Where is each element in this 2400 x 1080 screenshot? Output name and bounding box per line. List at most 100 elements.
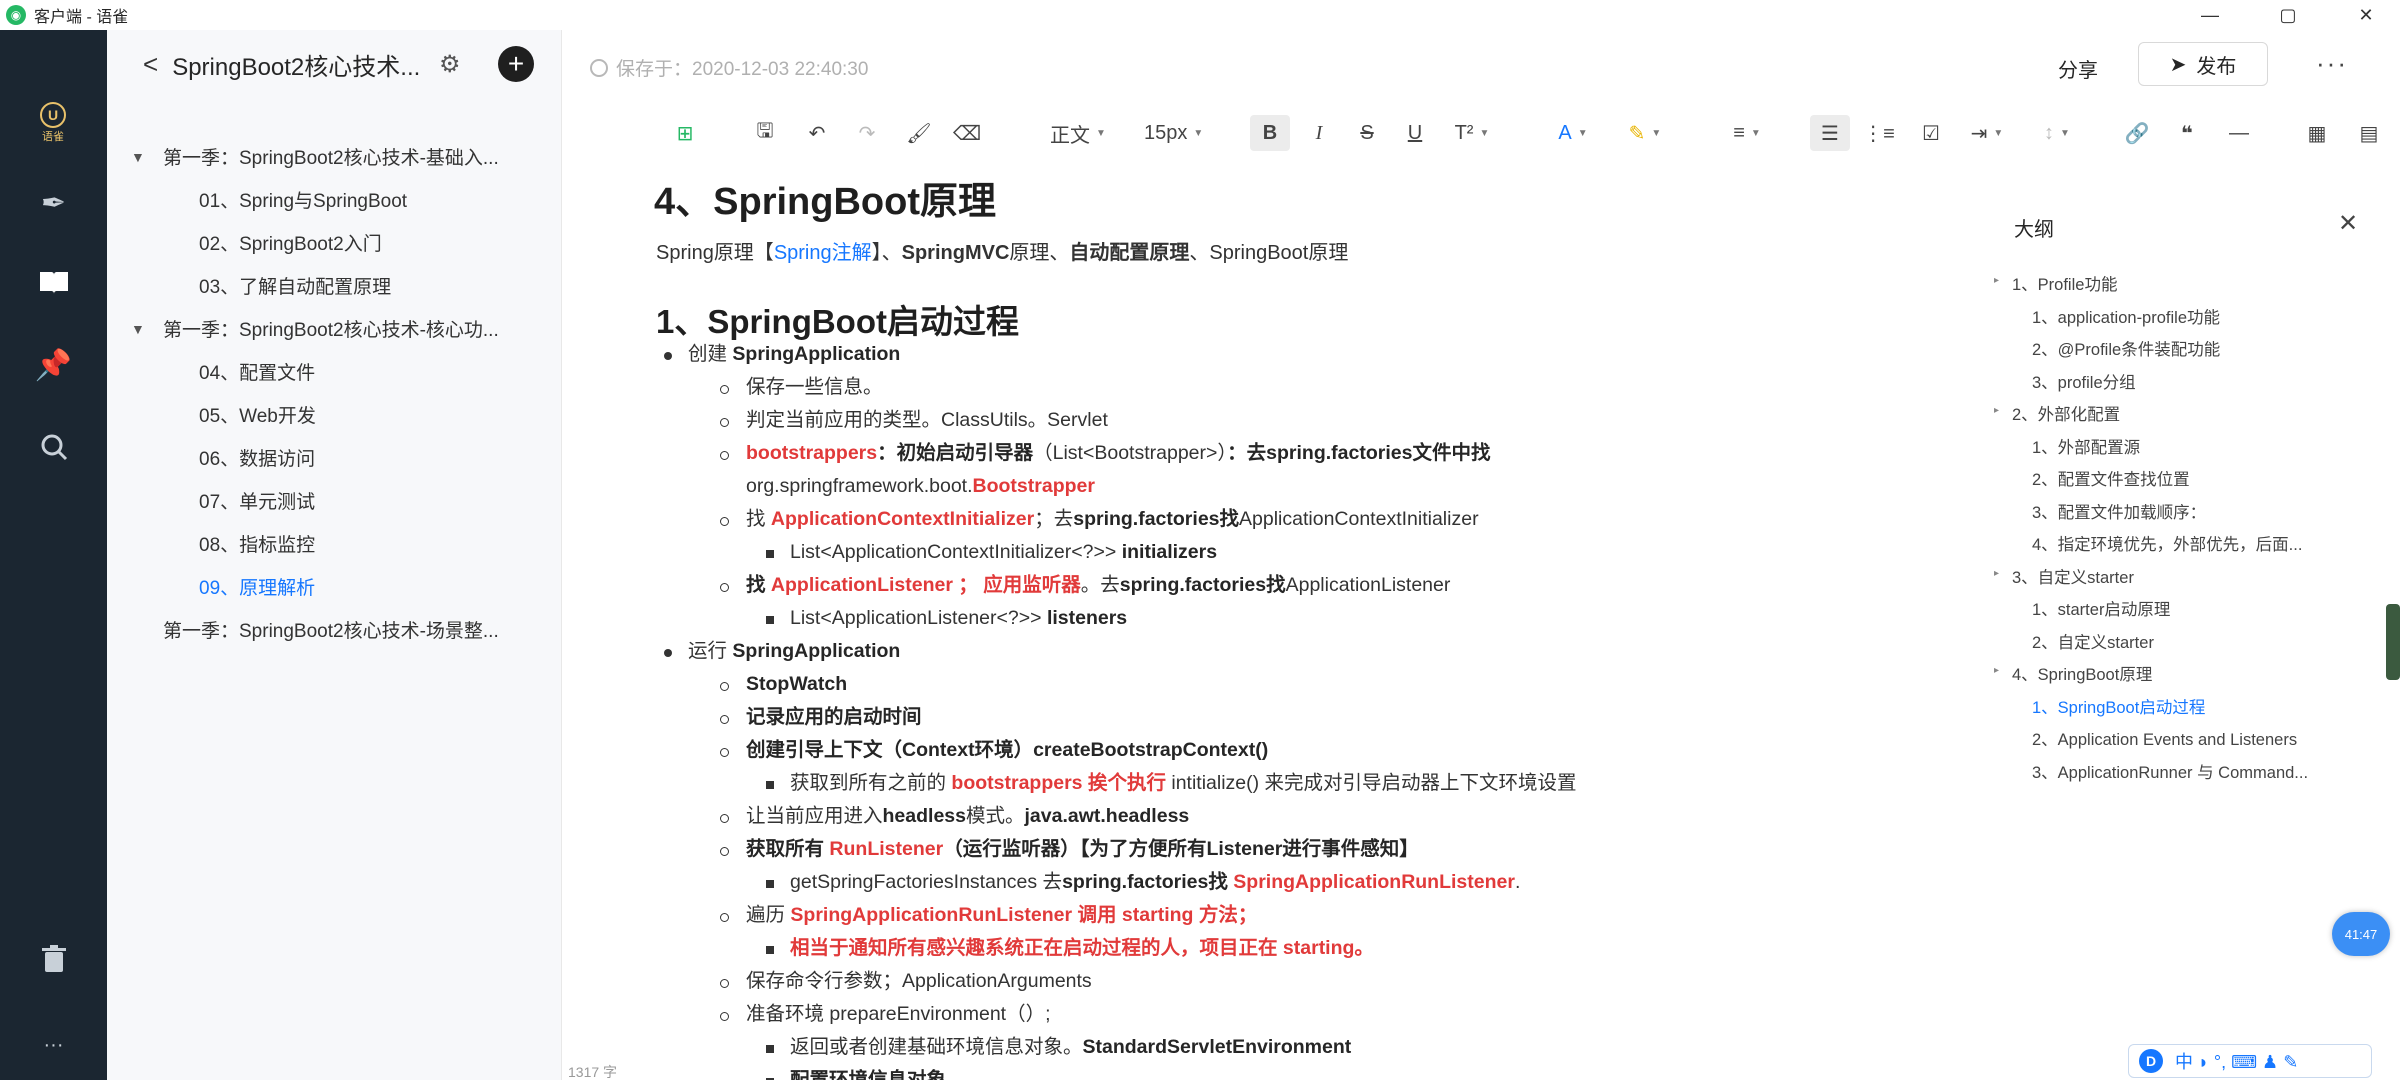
quote-icon[interactable]: ❝ (2172, 115, 2202, 151)
editor-header: 保存于：2020-12-03 22:40:30 分享 ➤ 发布 ··· (562, 30, 2400, 105)
more-icon[interactable]: ··· (0, 1020, 107, 1070)
caret-down-icon[interactable]: ▼ (131, 149, 145, 165)
line-height-icon[interactable]: ↕ ▼ (2032, 115, 2082, 151)
bullet (766, 781, 774, 789)
outline-item[interactable]: 1、Profile功能 (2012, 273, 2117, 297)
back-chevron-icon[interactable]: < (143, 49, 158, 80)
minimize-button[interactable]: — (2180, 0, 2240, 30)
text: 、SpringBoot原理 (1189, 242, 1349, 264)
chevron-down-icon: ▼ (1479, 127, 1490, 139)
outline-item[interactable]: 3、ApplicationRunner 与 Command... (2032, 761, 2308, 785)
outline-item[interactable]: 1、starter启动原理 (2032, 598, 2170, 622)
outline-item[interactable]: 3、profile分组 (2032, 371, 2136, 395)
outline-item[interactable]: 1、SpringBoot启动过程 (2032, 696, 2205, 720)
bold-button[interactable]: B (1250, 115, 1290, 151)
caret-down-icon[interactable]: ▼ (131, 321, 145, 337)
tree-item[interactable]: 03、了解自动配置原理 (107, 264, 562, 307)
tree-item[interactable]: 01、Spring与SpringBoot (107, 178, 562, 221)
tree-item[interactable]: 04、配置文件 (107, 350, 562, 393)
text: 保存一些信息。 (746, 376, 883, 398)
clear-format-icon[interactable]: ⌫ (952, 115, 982, 151)
feather-write-icon[interactable]: ✒ (0, 178, 107, 228)
share-button[interactable]: 分享 (2058, 54, 2098, 83)
toolbar-more-icon[interactable]: ▤ (2354, 115, 2384, 151)
bullet (720, 1012, 729, 1021)
list-item-continued: org.springframework.boot.Bootstrapper (746, 472, 1095, 500)
insert-icon[interactable]: ⊞ (670, 115, 700, 151)
outline-item[interactable]: 2、@Profile条件装配功能 (2032, 338, 2220, 362)
tree-item-season-scene[interactable]: 第一季：SpringBoot2核心技术-场景整... (107, 608, 562, 651)
tree-item-season-core[interactable]: ▼ 第一季：SpringBoot2核心技术-核心功... (107, 307, 562, 350)
list-item: 创建引导上下文（Context环境）createBootstrapContext… (720, 736, 1268, 764)
brand-logo[interactable]: U 语雀 (38, 102, 68, 143)
save-icon[interactable]: 🖫 (750, 115, 780, 151)
align-icon[interactable]: ≡ ▼ (1722, 115, 1772, 151)
outline-item[interactable]: 1、外部配置源 (2032, 436, 2140, 460)
tree-item-active[interactable]: 09、原理解析 (107, 565, 562, 608)
strikethrough-button[interactable]: S (1352, 115, 1382, 151)
font-size-select[interactable]: 15px ▼ (1144, 115, 1203, 151)
outline-caret-icon[interactable]: ▸ (1994, 275, 1999, 286)
outline-item[interactable]: 3、配置文件加载顺序： (2032, 501, 2206, 525)
checkbox-list-icon[interactable]: ☑ (1916, 115, 1946, 151)
bullet-list-button[interactable]: ☰ (1810, 115, 1850, 151)
bullet (720, 814, 729, 823)
maximize-button[interactable]: ▢ (2258, 0, 2318, 30)
format-painter-icon[interactable]: 🖌 (904, 115, 934, 151)
text: SpringApplicationRunListener (1233, 871, 1515, 893)
outline-caret-icon[interactable]: ▸ (1994, 568, 1999, 579)
outline-item[interactable]: 2、Application Events and Listeners (2032, 728, 2297, 752)
tree-item[interactable]: 07、单元测试 (107, 479, 562, 522)
outline-item[interactable]: 4、指定环境优先，外部优先，后面... (2032, 533, 2302, 557)
table-icon[interactable]: ▦ (2302, 115, 2332, 151)
tree-item[interactable]: 06、数据访问 (107, 436, 562, 479)
paragraph-style-select[interactable]: 正文 ▼ (1050, 115, 1106, 151)
tree-item[interactable]: 02、SpringBoot2入门 (107, 221, 562, 264)
bullet (720, 979, 729, 988)
text: ApplicationContextInitializer (770, 508, 1035, 530)
tree-item[interactable]: 05、Web开发 (107, 393, 562, 436)
ime-toolbar[interactable]: D 中 ◗ °, ⌨ ♟ ✎ (2128, 1044, 2372, 1078)
close-outline-icon[interactable]: ✕ (2338, 209, 2358, 238)
text: getSpringFactoriesInstances 去 (790, 871, 1063, 893)
scrollbar-thumb[interactable] (2386, 604, 2400, 680)
text: 记录应用的启动时间 (746, 706, 922, 728)
search-icon[interactable] (0, 422, 107, 472)
close-window-button[interactable]: ✕ (2336, 0, 2396, 30)
text: RunListener (829, 838, 944, 860)
italic-button[interactable]: I (1304, 115, 1334, 151)
gear-icon[interactable]: ⚙ (439, 50, 461, 79)
outline-item[interactable]: 3、自定义starter (2012, 566, 2134, 590)
link-icon[interactable]: 🔗 (2122, 115, 2152, 151)
spring-annotation-link[interactable]: Spring注解 (774, 242, 872, 264)
highlight-icon[interactable]: ✎ ▼ (1620, 115, 1670, 151)
redo-icon[interactable]: ↷ (852, 115, 882, 151)
book-title[interactable]: SpringBoot2核心技术... (172, 47, 420, 82)
outline-item[interactable]: 4、SpringBoot原理 (2012, 663, 2152, 687)
outline-caret-icon[interactable]: ▸ (1994, 405, 1999, 416)
outline-item[interactable]: 1、application-profile功能 (2032, 306, 2220, 330)
timer-badge: 41:47 (2332, 912, 2390, 956)
indent-icon[interactable]: ⇥ ▼ (1962, 115, 2012, 151)
tree-item[interactable]: 08、指标监控 (107, 522, 562, 565)
more-menu-button[interactable]: ··· (2316, 48, 2348, 79)
outline-item[interactable]: 2、配置文件查找位置 (2032, 468, 2190, 492)
font-color-icon[interactable]: A ▼ (1548, 115, 1598, 151)
text: 配置环境信息对象。 (790, 1069, 966, 1080)
underline-button[interactable]: U (1400, 115, 1430, 151)
pin-icon[interactable]: 📌 (0, 340, 107, 390)
ordered-list-icon[interactable]: ⋮≡ (1863, 115, 1895, 151)
book-icon[interactable] (0, 258, 107, 308)
outline-item[interactable]: 2、外部化配置 (2012, 403, 2120, 427)
list-item: 保存命令行参数；ApplicationArguments (720, 967, 1092, 995)
undo-icon[interactable]: ↶ (802, 115, 832, 151)
trash-icon[interactable] (0, 934, 107, 984)
add-doc-button[interactable]: + (498, 46, 534, 82)
tree-item-season-basic[interactable]: ▼ 第一季：SpringBoot2核心技术-基础入... (107, 135, 562, 178)
tree-item-label: 第一季：SpringBoot2核心技术-场景整... (163, 621, 499, 642)
divider-icon[interactable]: — (2224, 115, 2254, 151)
superscript-icon[interactable]: T² ▼ (1450, 115, 1494, 151)
publish-button[interactable]: ➤ 发布 (2138, 42, 2268, 86)
outline-item[interactable]: 2、自定义starter (2032, 631, 2154, 655)
outline-caret-icon[interactable]: ▸ (1994, 665, 1999, 676)
